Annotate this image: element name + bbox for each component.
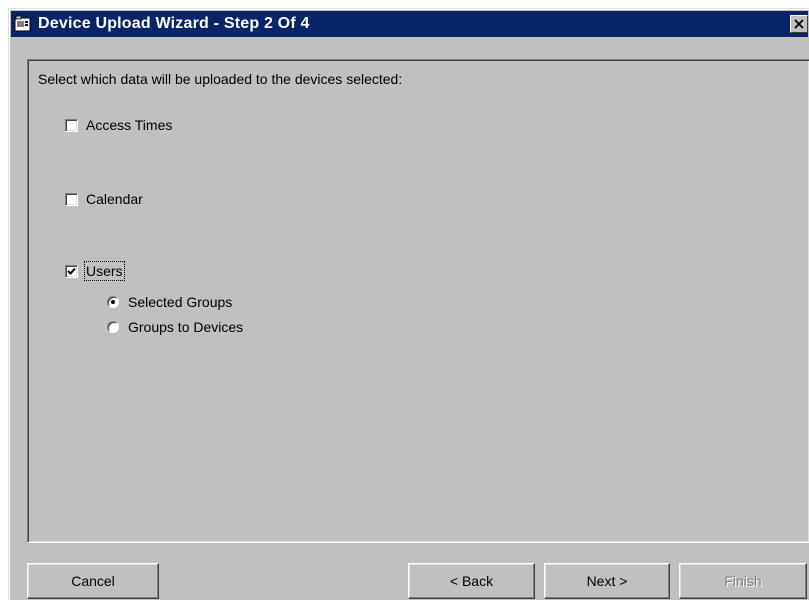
- instruction-text: Select which data will be uploaded to th…: [38, 71, 403, 87]
- groups-to-devices-label: Groups to Devices: [128, 319, 244, 335]
- groups-to-devices-radio[interactable]: [107, 321, 119, 333]
- calendar-label: Calendar: [86, 191, 143, 207]
- close-button[interactable]: [790, 15, 808, 33]
- close-icon: [794, 19, 804, 29]
- calendar-checkbox[interactable]: [65, 192, 78, 206]
- users-checkbox[interactable]: [65, 264, 78, 278]
- checkmark-icon: [67, 267, 76, 275]
- cancel-button[interactable]: Cancel: [27, 563, 159, 599]
- back-button[interactable]: < Back: [408, 563, 535, 599]
- selected-groups-radio[interactable]: [107, 296, 119, 308]
- groups-to-devices-option[interactable]: Groups to Devices: [107, 319, 243, 335]
- finish-button[interactable]: Finish: [679, 563, 807, 599]
- wizard-app-icon: [14, 15, 32, 33]
- users-option[interactable]: Users: [65, 261, 125, 281]
- access-times-checkbox[interactable]: [65, 118, 78, 132]
- window-title: Device Upload Wizard - Step 2 Of 4: [38, 15, 310, 32]
- access-times-option[interactable]: Access Times: [65, 117, 172, 133]
- selected-groups-label: Selected Groups: [128, 294, 233, 310]
- access-times-label: Access Times: [86, 117, 173, 133]
- title-bar[interactable]: Device Upload Wizard - Step 2 Of 4: [11, 11, 808, 37]
- calendar-option[interactable]: Calendar: [65, 191, 143, 207]
- radio-dot-icon: [111, 300, 115, 304]
- next-button[interactable]: Next >: [544, 563, 670, 599]
- users-label: Users: [84, 261, 125, 281]
- wizard-window: Device Upload Wizard - Step 2 Of 4 Selec…: [8, 8, 809, 600]
- selected-groups-option[interactable]: Selected Groups: [107, 294, 232, 310]
